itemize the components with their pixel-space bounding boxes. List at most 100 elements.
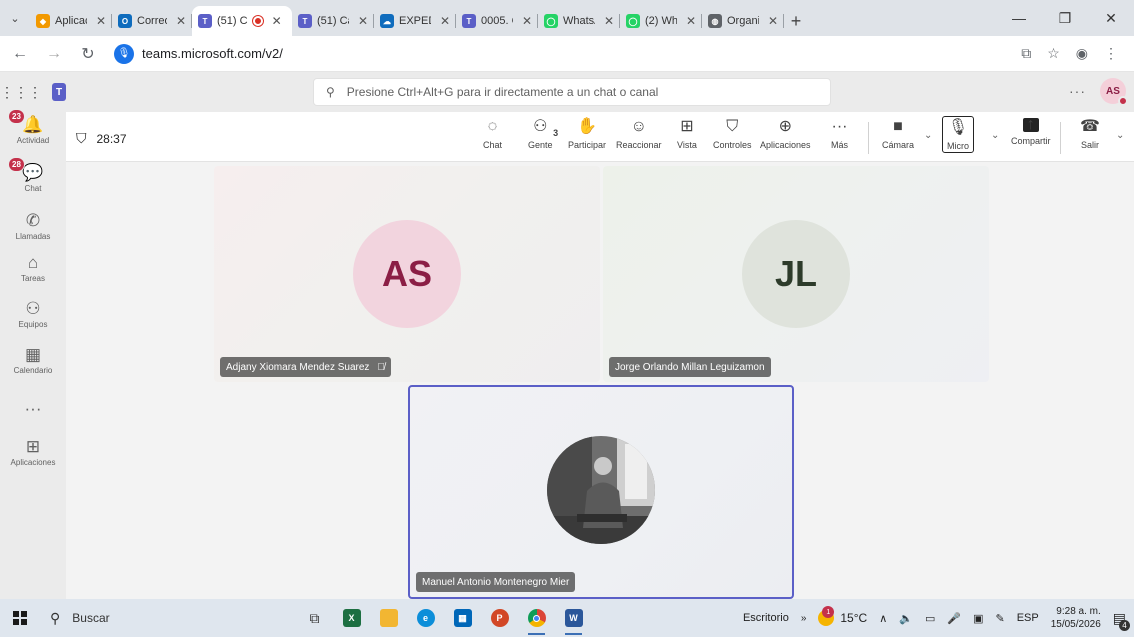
person-photo-icon [547, 436, 655, 544]
volume-icon[interactable]: 🔈 [899, 612, 913, 625]
minimize-icon[interactable]: — [996, 0, 1042, 36]
browser-tab[interactable]: ◯ (2) Whats ✕ [620, 6, 702, 36]
clock[interactable]: 9:28 a. m. 15/05/2026 [1051, 605, 1101, 631]
rail-item-more[interactable]: ··· [0, 400, 66, 418]
rail-item-chat[interactable]: 💬 28 Chat [0, 157, 66, 193]
edge-app[interactable]: e [407, 599, 444, 637]
bookmark-star-icon[interactable]: ☆ [1047, 45, 1060, 62]
screen-icon[interactable]: ▣ [973, 612, 983, 625]
powerpoint-icon: P [490, 609, 509, 627]
tab-title: (51) Caler [317, 15, 349, 27]
browser-tab[interactable]: T 0005. Cro ✕ [456, 6, 538, 36]
url-text[interactable]: teams.microsoft.com/v2/ [142, 46, 283, 61]
store-app[interactable]: ▦ [444, 599, 481, 637]
rail-item-actividad[interactable]: 🔔 23 Actividad [0, 109, 66, 145]
me-avatar[interactable]: AS [1100, 78, 1128, 106]
controls-button[interactable]: ⛉ Controles [713, 118, 752, 150]
reload-button[interactable]: ↻ [76, 42, 100, 66]
react-button[interactable]: ☺ Reaccionar [616, 118, 662, 150]
tab-search-button[interactable]: ⌄ [0, 0, 30, 36]
tab-close-icon[interactable]: ✕ [440, 14, 450, 28]
toolbar-expand-icon[interactable]: » [801, 613, 807, 624]
weather-widget[interactable]: 1 15°C [818, 606, 867, 626]
file-explorer-app[interactable] [370, 599, 407, 637]
mic-button[interactable]: 🎙 Micro [942, 116, 974, 153]
people-button[interactable]: ⚇ 3 Gente [528, 118, 558, 150]
participant-tile[interactable]: JL Jorge Orlando Millan Leguizamon [603, 166, 989, 382]
meeting-timer: 28:37 [96, 131, 127, 146]
profile-icon[interactable]: ◉ [1076, 45, 1088, 62]
powerpoint-app[interactable]: P [481, 599, 518, 637]
site-info-icon[interactable]: 🎙 [114, 43, 134, 64]
rail-item-label: Actividad [16, 136, 50, 145]
calendar-icon: ▦ [24, 345, 42, 364]
more-button[interactable]: ··· Más [831, 118, 848, 150]
chat-button[interactable]: ◌ Chat [483, 118, 502, 150]
participant-tile[interactable]: AS Adjany Xiomara Mendez Suarez 🎙̸ [214, 166, 600, 382]
tab-close-icon[interactable]: ✕ [272, 14, 282, 28]
browser-tab[interactable]: T (51) Caler ✕ [292, 6, 374, 36]
new-tab-button[interactable]: + [784, 6, 808, 36]
chat-bubble-icon: ◌ [487, 118, 498, 135]
app-launcher-icon[interactable]: ⋮⋮⋮ [0, 84, 42, 101]
rail-item-calendario[interactable]: ▦ Calendario [0, 345, 66, 376]
teams-search-input[interactable]: ⚲ Presione Ctrl+Alt+G para ir directamen… [313, 78, 831, 106]
rail-item-equipos[interactable]: ⚇ Equipos [0, 300, 66, 330]
browser-tab[interactable]: ◯ WhatsApp ✕ [538, 6, 620, 36]
cast-icon[interactable]: ⧉ [1021, 45, 1031, 62]
close-window-icon[interactable]: ✕ [1088, 0, 1134, 36]
search-icon: ⚲ [50, 609, 61, 626]
share-button[interactable]: ↑ Compartir [1011, 116, 1051, 146]
tab-close-icon[interactable]: ✕ [358, 14, 368, 28]
back-button[interactable]: ← [8, 42, 32, 66]
camera-button[interactable]: ■ Cámara [882, 118, 914, 150]
browser-menu-icon[interactable]: ⋮ [1104, 45, 1118, 62]
tab-close-icon[interactable]: ✕ [604, 14, 614, 28]
forward-button[interactable]: → [42, 42, 66, 66]
tab-close-icon[interactable]: ✕ [686, 14, 696, 28]
view-button[interactable]: ⊞ Vista [677, 118, 697, 150]
chrome-app[interactable] [518, 599, 555, 637]
participant-tile-active-speaker[interactable]: Manuel Antonio Montenegro Mier [408, 385, 794, 599]
battery-icon[interactable]: ▭ [925, 612, 935, 625]
search-icon: ⚲ [326, 85, 335, 99]
mic-tray-icon[interactable]: 🎤 [947, 612, 961, 625]
mic-muted-icon: 🎙̸ [377, 361, 385, 373]
leave-options-chevron-icon[interactable]: ⌄ [1116, 130, 1124, 141]
word-app[interactable]: W [555, 599, 592, 637]
apps-button[interactable]: ⊕ Aplicaciones [760, 118, 811, 150]
participant-name: Manuel Antonio Montenegro Mier [422, 576, 570, 588]
tab-close-icon[interactable]: ✕ [768, 14, 778, 28]
browser-tab[interactable]: ◆ Aplicacion ✕ [30, 6, 112, 36]
leave-button[interactable]: ☎ Salir [1080, 118, 1100, 150]
language-indicator[interactable]: ESP [1017, 612, 1039, 624]
mic-options-chevron-icon[interactable]: ⌄ [991, 130, 999, 141]
rail-item-llamadas[interactable]: ✆ Llamadas [0, 212, 66, 242]
tab-close-icon[interactable]: ✕ [96, 14, 106, 28]
people-label: Gente [528, 140, 553, 150]
tray-chevron-icon[interactable]: ∧ [879, 612, 887, 625]
task-view-button[interactable]: ⧉ [296, 599, 333, 637]
camera-options-chevron-icon[interactable]: ⌄ [924, 130, 932, 141]
chat-icon: 💬 [22, 163, 44, 182]
restore-icon[interactable]: ❐ [1042, 0, 1088, 36]
settings-more-icon[interactable]: ··· [1069, 83, 1086, 99]
omnibox[interactable]: 🎙 teams.microsoft.com/v2/ [110, 40, 293, 68]
browser-tab[interactable]: ◍ Organiza ✕ [702, 6, 784, 36]
notifications-icon[interactable]: ▤ 4 [1113, 610, 1130, 631]
unread-badge: 23 [8, 109, 25, 124]
tab-close-icon[interactable]: ✕ [176, 14, 186, 28]
start-button[interactable] [0, 599, 40, 637]
browser-tab[interactable]: ☁ EXPEDIEN ✕ [374, 6, 456, 36]
raise-hand-button[interactable]: ✋ Participar [568, 118, 606, 150]
tab-close-icon[interactable]: ✕ [522, 14, 532, 28]
tab-favicon-icon: ◯ [626, 14, 640, 28]
pen-icon[interactable]: ✎ [995, 612, 1004, 625]
browser-tab[interactable]: O Correo: A ✕ [112, 6, 192, 36]
excel-app[interactable]: X [333, 599, 370, 637]
browser-tab[interactable]: T (51) C ✕ [192, 6, 292, 36]
rail-item-aplicaciones[interactable]: ⊞ Aplicaciones [0, 438, 66, 468]
desktop-label[interactable]: Escritorio [743, 612, 789, 624]
taskbar-search[interactable]: ⚲ Buscar [40, 599, 240, 637]
rail-item-tareas[interactable]: ⌂ Tareas [0, 254, 66, 284]
